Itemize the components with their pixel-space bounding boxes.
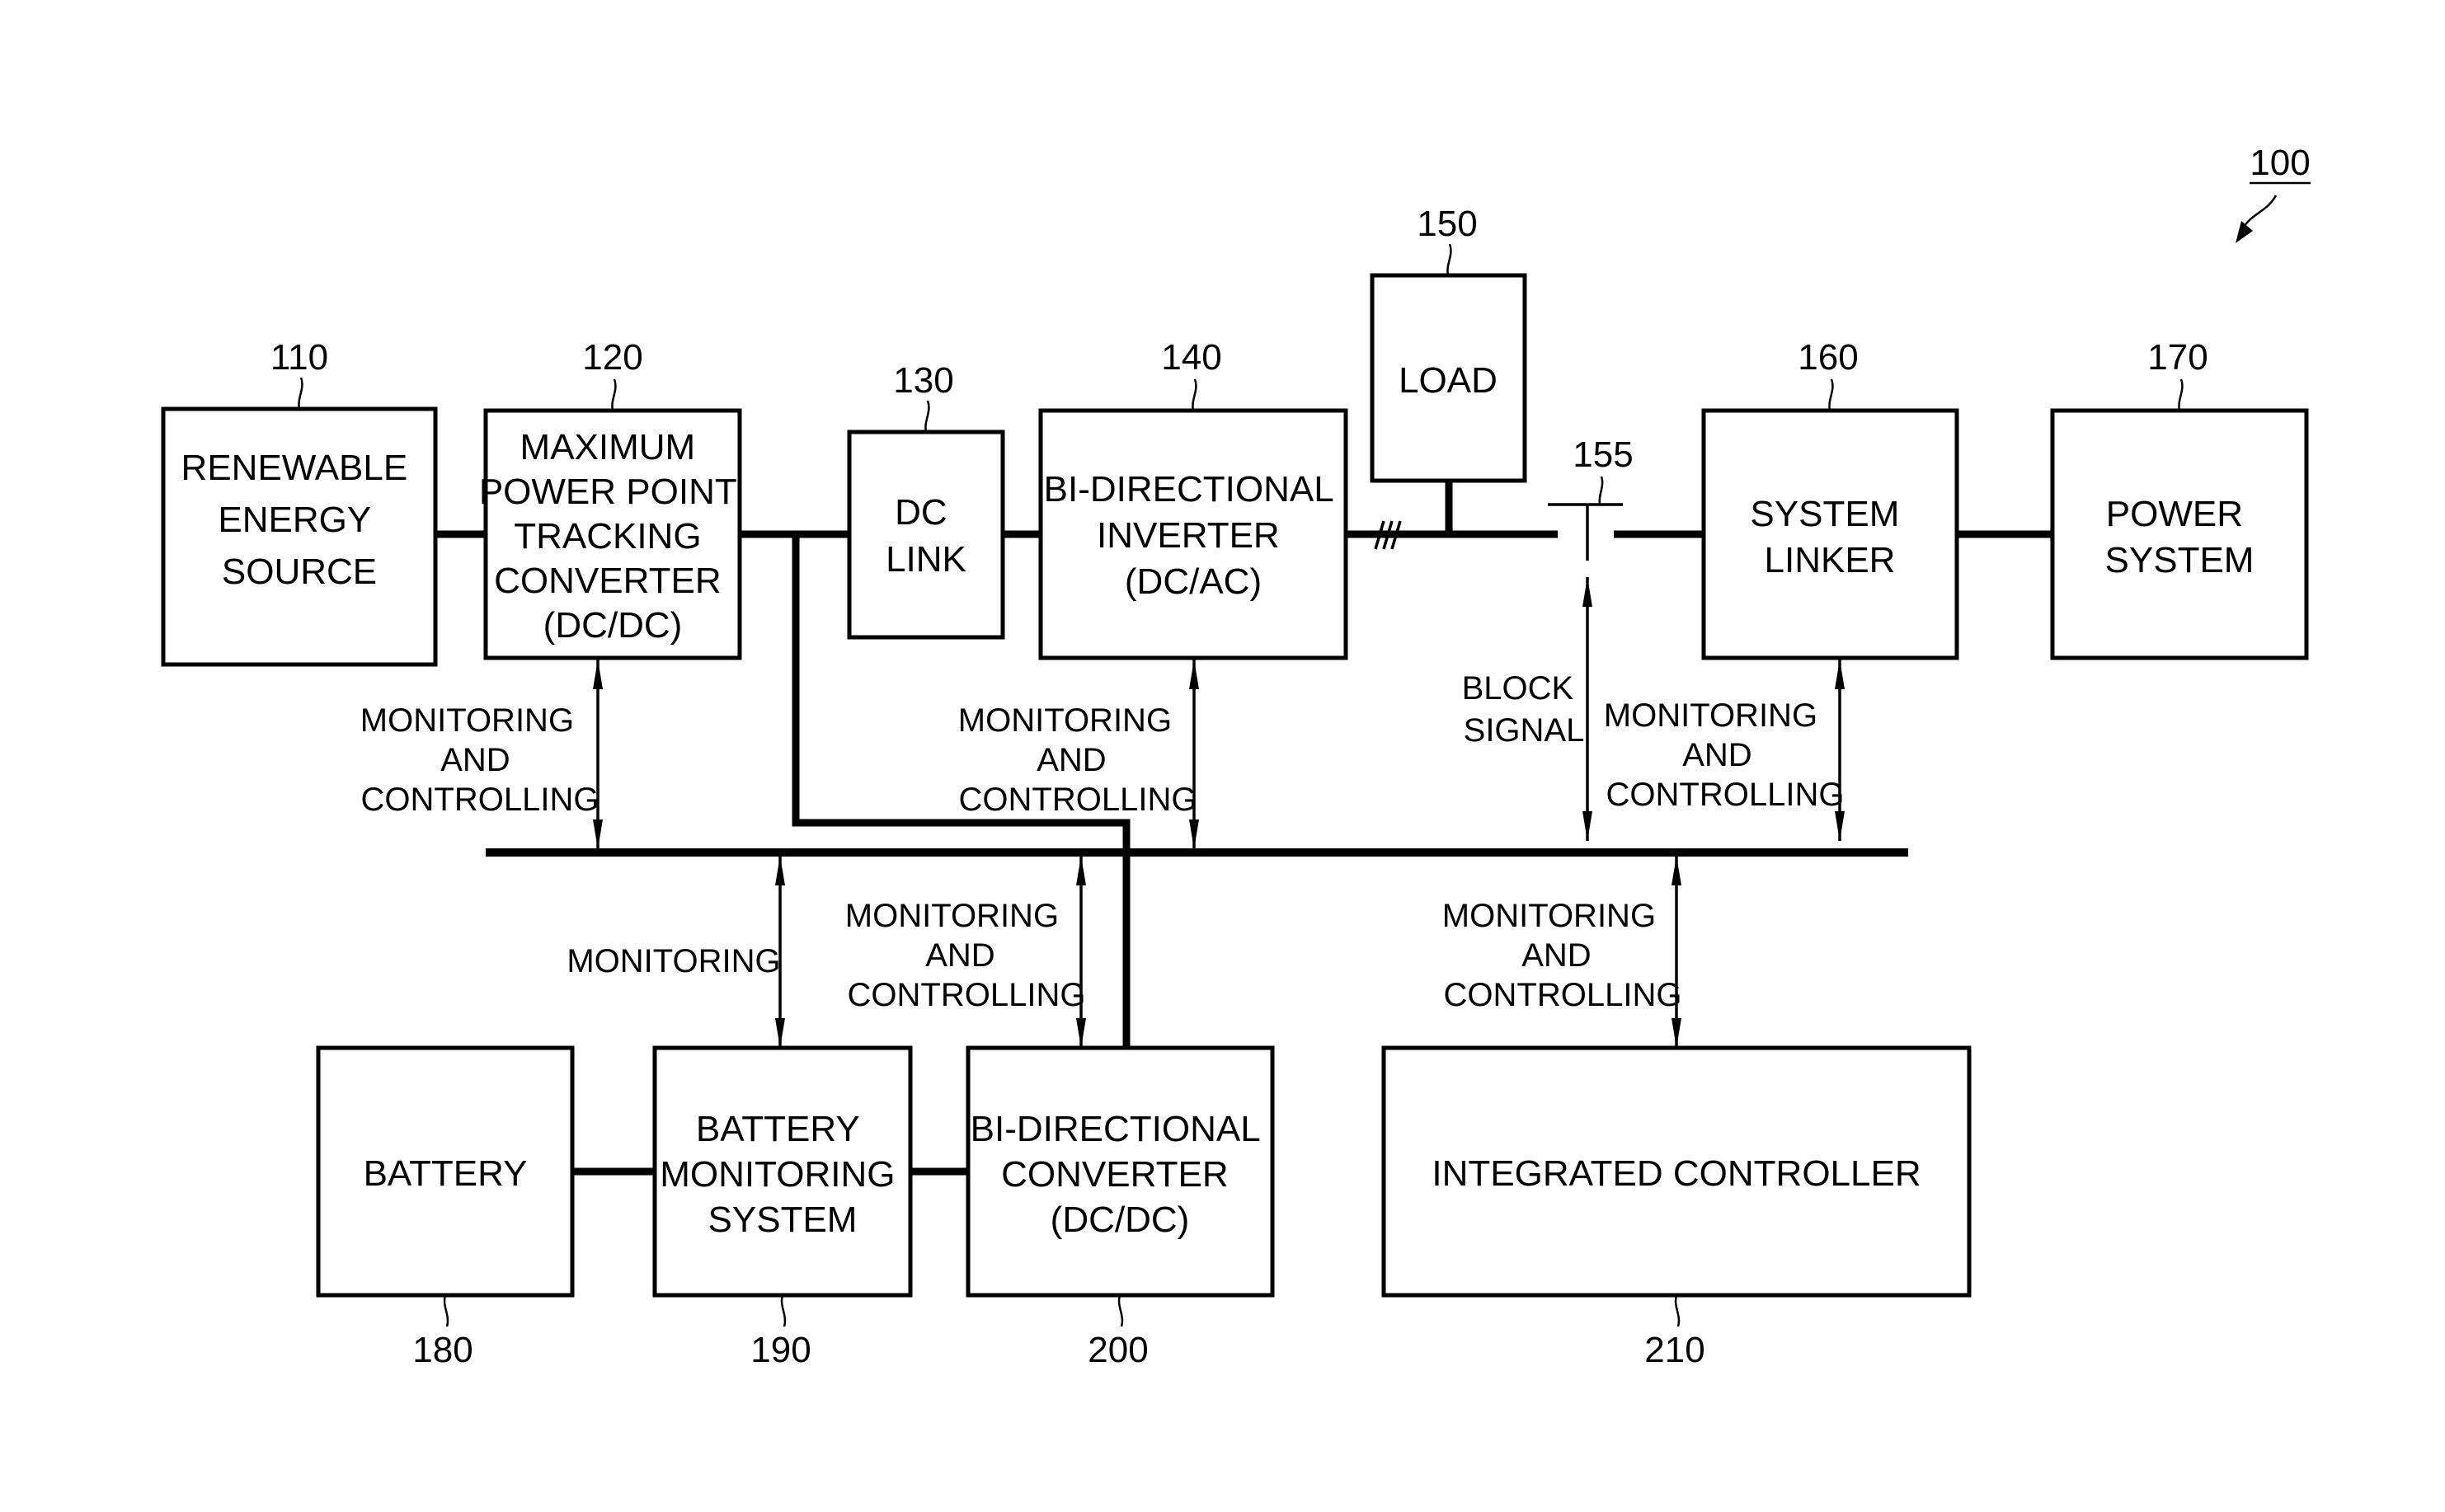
signal-label-inverter: MONITORING AND CONTROLLING bbox=[958, 702, 1197, 818]
ref-210: 210 bbox=[1644, 1330, 1704, 1370]
block-bidirectional-converter: BI-DIRECTIONAL CONVERTER (DC/DC) 200 bbox=[966, 1045, 1275, 1370]
signal-label-mppt: MONITORING AND CONTROLLING bbox=[360, 702, 599, 818]
figure-ref-number: 100 bbox=[2250, 143, 2310, 183]
block-dc-link: DC LINK 130 bbox=[847, 360, 1005, 640]
ref-120: 120 bbox=[582, 337, 642, 378]
ref-170: 170 bbox=[2147, 337, 2208, 378]
ref-150: 150 bbox=[1417, 204, 1477, 244]
switch-155: 155 bbox=[1548, 434, 1634, 561]
svg-text:BATTERY: BATTERY bbox=[364, 1153, 528, 1194]
block-battery-monitoring-system: BATTERY MONITORING SYSTEM 190 bbox=[652, 1045, 913, 1370]
ref-110: 110 bbox=[270, 337, 328, 378]
block-power-system: POWER SYSTEM 170 bbox=[2050, 337, 2309, 660]
block-battery: BATTERY 180 bbox=[316, 1045, 575, 1370]
ref-160: 160 bbox=[1798, 337, 1858, 378]
three-phase-marks-icon bbox=[1374, 520, 1402, 550]
signal-label-linker: MONITORING AND CONTROLLING bbox=[1604, 697, 1845, 813]
arrow-bus-converter-icon bbox=[1076, 856, 1086, 1048]
signal-label-converter: MONITORING AND CONTROLLING bbox=[845, 898, 1086, 1013]
switch-leader bbox=[1598, 476, 1604, 505]
ref-180: 180 bbox=[412, 1330, 473, 1370]
figure-reference: 100 bbox=[2236, 143, 2311, 243]
block-load: LOAD 150 bbox=[1370, 204, 1527, 483]
arrow-bus-controller-icon bbox=[1672, 856, 1681, 1048]
signal-label-block: BLOCK SIGNAL bbox=[1462, 670, 1585, 749]
switch-ref: 155 bbox=[1573, 434, 1633, 475]
figure-ref-arrow-shaft bbox=[2242, 195, 2278, 228]
svg-text:INTEGRATED CONTROLLER: INTEGRATED CONTROLLER bbox=[1432, 1153, 1921, 1194]
ref-140: 140 bbox=[1161, 337, 1221, 378]
block-diagram: 100 155 RENEWABLE ENERGY SOURCE 110 MAXI… bbox=[161, 143, 2311, 1370]
arrow-block-signal-icon bbox=[1582, 577, 1592, 841]
block-bidirectional-inverter: BI-DIRECTIONAL INVERTER (DC/AC) 140 bbox=[1038, 337, 1348, 660]
signal-label-controller: MONITORING AND CONTROLLING bbox=[1442, 898, 1682, 1013]
block-renewable-energy-source: RENEWABLE ENERGY SOURCE 110 bbox=[161, 337, 438, 667]
arrow-inverter-bus-icon bbox=[1189, 660, 1199, 849]
block-mppt-converter: MAXIMUM POWER POINT TRACKING CONVERTER (… bbox=[479, 337, 742, 660]
signal-label-bms: MONITORING bbox=[567, 943, 780, 979]
svg-text:LOAD: LOAD bbox=[1399, 360, 1498, 401]
ref-130: 130 bbox=[893, 360, 953, 401]
block-integrated-controller: INTEGRATED CONTROLLER 210 bbox=[1381, 1045, 1972, 1370]
ref-200: 200 bbox=[1088, 1330, 1148, 1370]
arrow-mppt-bus-icon bbox=[593, 660, 603, 849]
arrow-linker-bus-icon bbox=[1835, 660, 1845, 841]
block-system-linker: SYSTEM LINKER 160 bbox=[1701, 337, 1959, 660]
ref-190: 190 bbox=[750, 1330, 811, 1370]
figure-ref-arrowhead-icon bbox=[2236, 221, 2253, 243]
